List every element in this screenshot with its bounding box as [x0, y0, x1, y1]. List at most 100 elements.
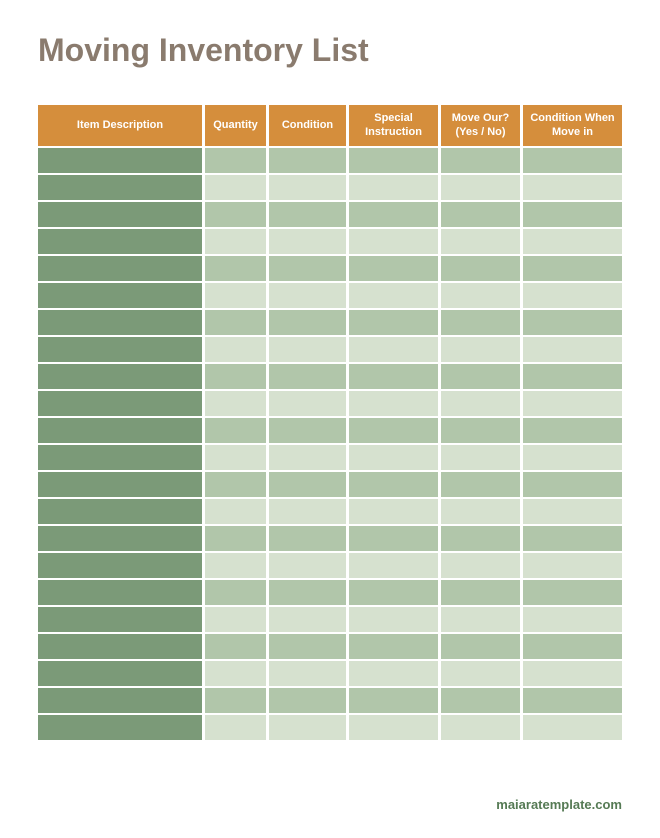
- table-cell: [520, 416, 622, 443]
- table-cell: [438, 362, 520, 389]
- table-cell: [202, 173, 266, 200]
- table-cell: [266, 416, 346, 443]
- table-cell: [266, 443, 346, 470]
- table-cell: [266, 578, 346, 605]
- table-row: [38, 308, 622, 335]
- table-cell: [38, 551, 202, 578]
- table-cell: [346, 551, 438, 578]
- table-cell: [520, 227, 622, 254]
- table-cell: [38, 308, 202, 335]
- table-cell: [38, 443, 202, 470]
- table-cell: [202, 497, 266, 524]
- table-cell: [38, 416, 202, 443]
- table-body: [38, 146, 622, 740]
- table-cell: [438, 605, 520, 632]
- table-row: [38, 362, 622, 389]
- table-cell: [520, 173, 622, 200]
- table-cell: [438, 254, 520, 281]
- page-title: Moving Inventory List: [38, 32, 622, 69]
- table-cell: [346, 470, 438, 497]
- table-cell: [38, 713, 202, 740]
- table-cell: [202, 362, 266, 389]
- table-row: [38, 497, 622, 524]
- table-cell: [438, 335, 520, 362]
- header-special-instruction: Special Instruction: [346, 105, 438, 146]
- table-cell: [202, 254, 266, 281]
- table-cell: [520, 443, 622, 470]
- table-cell: [346, 254, 438, 281]
- table-cell: [266, 335, 346, 362]
- table-cell: [38, 605, 202, 632]
- table-cell: [38, 686, 202, 713]
- table-cell: [438, 200, 520, 227]
- table-cell: [202, 524, 266, 551]
- table-row: [38, 686, 622, 713]
- table-cell: [346, 659, 438, 686]
- table-cell: [346, 497, 438, 524]
- table-cell: [266, 470, 346, 497]
- table-cell: [38, 632, 202, 659]
- table-cell: [266, 254, 346, 281]
- table-cell: [266, 146, 346, 173]
- table-cell: [438, 632, 520, 659]
- table-cell: [346, 713, 438, 740]
- table-cell: [38, 173, 202, 200]
- table-cell: [520, 686, 622, 713]
- table-cell: [266, 173, 346, 200]
- table-row: [38, 659, 622, 686]
- table-cell: [266, 497, 346, 524]
- table-cell: [38, 281, 202, 308]
- table-cell: [438, 389, 520, 416]
- table-row: [38, 200, 622, 227]
- table-cell: [520, 659, 622, 686]
- table-cell: [38, 146, 202, 173]
- table-cell: [438, 470, 520, 497]
- table-cell: [346, 578, 438, 605]
- table-cell: [438, 713, 520, 740]
- table-cell: [38, 335, 202, 362]
- table-cell: [266, 713, 346, 740]
- table-cell: [266, 605, 346, 632]
- header-condition-move-in: Condition When Move in: [520, 105, 622, 146]
- table-cell: [520, 389, 622, 416]
- table-cell: [202, 659, 266, 686]
- table-cell: [38, 389, 202, 416]
- table-cell: [202, 632, 266, 659]
- table-cell: [520, 146, 622, 173]
- table-cell: [38, 497, 202, 524]
- table-cell: [520, 524, 622, 551]
- table-cell: [38, 578, 202, 605]
- table-cell: [202, 281, 266, 308]
- table-cell: [266, 308, 346, 335]
- table-cell: [438, 146, 520, 173]
- table-row: [38, 416, 622, 443]
- header-item-description: Item Description: [38, 105, 202, 146]
- table-cell: [38, 200, 202, 227]
- table-cell: [202, 200, 266, 227]
- table-cell: [520, 497, 622, 524]
- table-row: [38, 524, 622, 551]
- table-cell: [346, 173, 438, 200]
- table-cell: [346, 632, 438, 659]
- table-cell: [438, 281, 520, 308]
- table-cell: [346, 416, 438, 443]
- table-cell: [266, 200, 346, 227]
- table-cell: [38, 470, 202, 497]
- table-cell: [202, 308, 266, 335]
- table-row: [38, 551, 622, 578]
- table-cell: [38, 524, 202, 551]
- table-row: [38, 605, 622, 632]
- footer-credit: maiaratemplate.com: [496, 797, 622, 812]
- table-cell: [346, 389, 438, 416]
- table-cell: [520, 362, 622, 389]
- table-cell: [346, 281, 438, 308]
- table-cell: [438, 578, 520, 605]
- table-row: [38, 443, 622, 470]
- table-row: [38, 281, 622, 308]
- table-row: [38, 254, 622, 281]
- table-row: [38, 227, 622, 254]
- table-cell: [520, 605, 622, 632]
- table-cell: [438, 308, 520, 335]
- table-cell: [38, 362, 202, 389]
- table-row: [38, 713, 622, 740]
